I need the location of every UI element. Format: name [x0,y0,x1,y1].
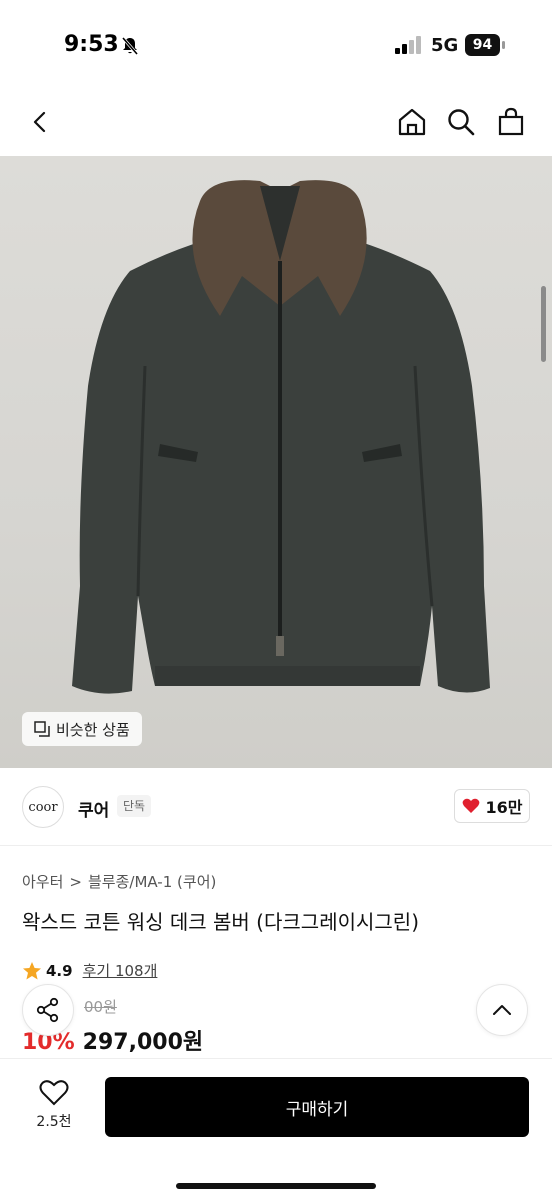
brand-like-count: 16만 [485,798,523,817]
original-price: 00원 [84,998,117,1016]
brand-name[interactable]: 쿠어 [78,796,109,821]
similar-products-button[interactable]: 비슷한 상품 [22,712,142,746]
product-image[interactable]: 비슷한 상품 [0,156,552,768]
chevron-up-icon [493,1005,511,1015]
share-icon [36,997,59,1023]
bell-off-icon [120,36,140,56]
breadcrumb-separator: > [69,872,82,891]
network-type: 5G [431,35,459,56]
signal-icon [395,36,423,54]
brand-row: coor 쿠어 단독 16만 [0,768,552,846]
bottom-bar: 2.5천 구매하기 [0,1058,552,1200]
cart-button[interactable] [491,102,531,142]
share-button[interactable] [22,984,74,1036]
home-button[interactable] [392,102,432,142]
similar-icon [34,721,50,737]
search-button[interactable] [441,102,481,142]
shopping-bag-icon [498,107,524,136]
battery-tip [502,41,505,49]
battery-icon: 94 [465,34,507,56]
heart-outline-icon [39,1080,69,1106]
status-bar: 9:53 5G 94 [0,0,552,90]
rating-score: 4.9 [46,961,73,980]
review-link[interactable]: 후기 108개 [83,960,158,981]
home-indicator [176,1183,376,1189]
brand-like-button[interactable]: 16만 [454,789,530,823]
home-icon [398,108,426,136]
scroll-indicator [541,286,546,362]
exclusive-badge: 단독 [117,795,152,817]
similar-products-label: 비슷한 상품 [56,720,130,739]
wishlist-count: 2.5천 [36,1114,72,1130]
breadcrumb-category[interactable]: 아우터 [22,871,63,892]
buy-button[interactable]: 구매하기 [105,1077,529,1137]
status-time: 9:53 [64,32,119,57]
back-button[interactable] [20,102,60,142]
product-title: 왁스드 코튼 워싱 데크 봄버 (다크그레이시그린) [22,910,419,934]
back-arrow-icon [33,111,46,133]
brand-logo[interactable]: coor [22,786,64,828]
battery-level: 94 [465,34,500,56]
wishlist-button[interactable]: 2.5천 [26,1079,82,1139]
heart-icon [462,798,479,813]
search-icon [448,109,475,136]
jacket-photo [72,180,490,694]
final-price: 297,000원 [82,1030,204,1055]
scroll-top-button[interactable] [476,984,528,1036]
rating-row: 4.9 후기 108개 [22,960,157,981]
breadcrumb-subcategory[interactable]: 블루종/MA-1 (쿠어) [88,871,216,892]
star-icon [23,961,41,979]
app-header [0,90,552,156]
breadcrumb: 아우터 > 블루종/MA-1 (쿠어) [22,871,216,892]
